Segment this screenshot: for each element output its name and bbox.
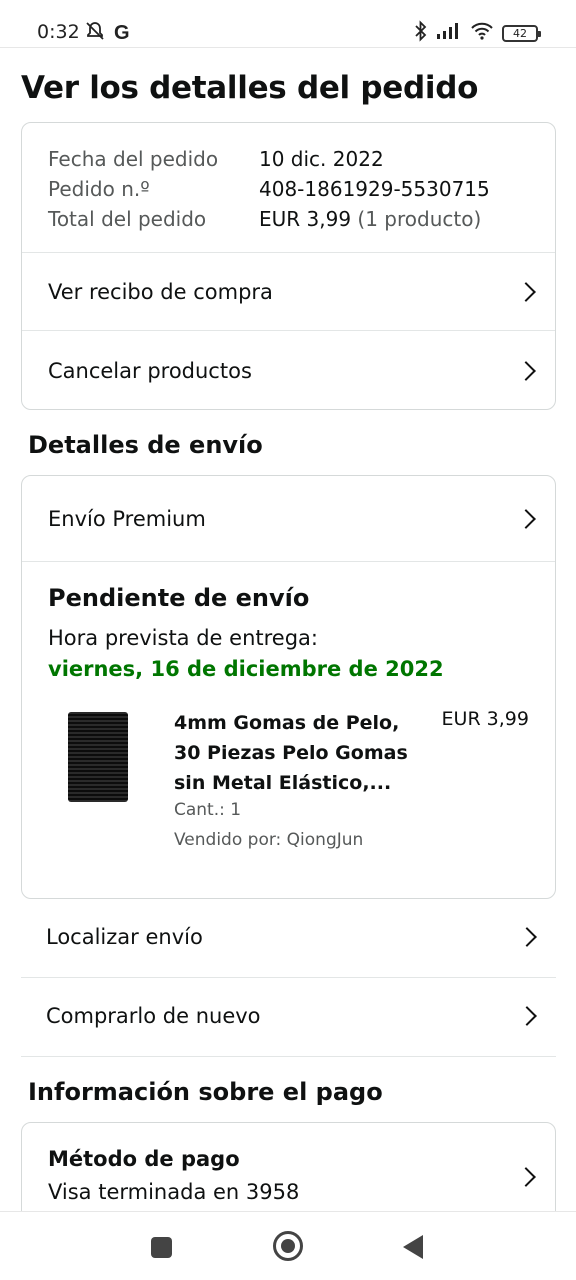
wifi-icon [470,22,494,44]
shipping-method-row[interactable]: Envío Premium [22,476,555,561]
product-quantity: Cant.: 1 [174,800,242,820]
chevron-right-icon [516,360,536,381]
order-number-value: 408-1861929-5530715 [259,177,490,201]
payment-section-title: Información sobre el pago [28,1078,383,1106]
shipping-method-label: Envío Premium [48,506,206,531]
order-total-value: EUR 3,99 (1 producto) [259,207,481,231]
product-price: EUR 3,99 [441,708,529,730]
product-seller: Vendido por: QiongJun [174,830,364,850]
shipping-section-title: Detalles de envío [28,431,263,459]
google-icon: G [114,21,130,44]
chevron-right-icon [516,281,536,302]
order-total-count: (1 producto) [357,207,482,231]
bluetooth-icon [414,20,428,46]
eta-label: Hora prevista de entrega: [48,626,318,650]
chevron-right-icon [517,927,537,947]
chevron-right-icon [516,1167,536,1187]
order-date-label: Fecha del pedido [48,147,219,171]
shipping-card: Envío Premium Pendiente de envío Hora pr… [21,475,556,899]
order-total-amount: EUR 3,99 [259,207,352,231]
view-receipt-row[interactable]: Ver recibo de compra [22,253,555,330]
buy-again-label: Comprarlo de nuevo [46,1004,261,1028]
eta-date: viernes, 16 de diciembre de 2022 [48,657,444,681]
order-total-label: Total del pedido [48,207,207,231]
back-button[interactable] [403,1235,423,1259]
product-title-link[interactable]: 4mm Gomas de Pelo, 30 Piezas Pelo Gomas … [174,708,419,798]
recents-button[interactable] [151,1237,172,1258]
cancel-products-row[interactable]: Cancelar productos [22,331,555,409]
payment-method-value: Visa terminada en 3958 [48,1180,300,1204]
battery-icon: 42 [502,24,541,42]
divider [22,561,555,562]
system-nav-bar [0,1211,576,1280]
cancel-products-label: Cancelar productos [48,358,252,383]
chevron-right-icon [516,508,536,529]
signal-icon [436,22,462,44]
home-button[interactable] [273,1231,303,1261]
status-bar: 0:32 G 42 [0,0,576,48]
order-date-value: 10 dic. 2022 [259,147,384,171]
divider [21,1056,556,1057]
view-receipt-label: Ver recibo de compra [48,279,273,304]
product-image[interactable] [68,712,128,802]
page-title: Ver los detalles del pedido [21,70,479,106]
shipment-status: Pendiente de envío [48,584,310,612]
track-shipment-row[interactable]: Localizar envío [21,898,556,976]
track-shipment-label: Localizar envío [46,925,203,949]
order-number-label: Pedido n.º [48,177,150,201]
status-time: 0:32 [37,21,80,43]
buy-again-row[interactable]: Comprarlo de nuevo [21,977,556,1055]
payment-method-title: Método de pago [48,1147,240,1171]
order-summary-card: Fecha del pedido 10 dic. 2022 Pedido n.º… [21,122,556,410]
chevron-right-icon [517,1006,537,1026]
mute-icon [84,20,106,46]
